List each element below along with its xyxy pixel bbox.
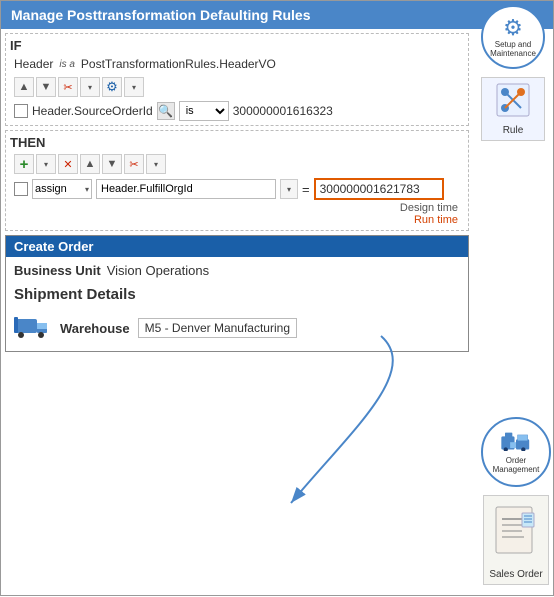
order-mgmt-icon xyxy=(501,429,531,457)
then-section: THEN + ▾ ✕ ▲ ▼ ✂ ▾ assign ▾ Header.Fulfi… xyxy=(5,130,469,231)
create-order-section: Create Order Business Unit Vision Operat… xyxy=(5,235,469,352)
if-section: IF Header is a PostTransformationRules.H… xyxy=(5,33,469,126)
cut-dropdown-button[interactable]: ▾ xyxy=(80,77,100,97)
rule-label: Rule xyxy=(503,125,524,136)
assign-row: assign ▾ Header.FulfillOrgId ▾ = xyxy=(14,178,464,200)
main-container: Manage Posttransformation Defaulting Rul… xyxy=(0,0,554,596)
create-order-body: Business Unit Vision Operations Shipment… xyxy=(6,257,468,351)
business-unit-row: Business Unit Vision Operations xyxy=(14,263,460,278)
create-order-header: Create Order xyxy=(6,236,468,257)
fulfill-org-label: Header.FulfillOrgId xyxy=(101,183,193,195)
then-label: THEN xyxy=(10,135,464,150)
truck-icon xyxy=(14,311,50,345)
condition-checkbox[interactable] xyxy=(14,104,28,118)
field-dropdown-button[interactable]: ▾ xyxy=(280,179,298,199)
then-cut-button[interactable]: ✕ xyxy=(58,154,78,174)
move-up-button[interactable]: ▲ xyxy=(14,77,34,97)
assign-label: assign xyxy=(35,183,67,195)
equals-sign: = xyxy=(302,182,310,197)
warehouse-value: M5 - Denver Manufacturing xyxy=(138,318,297,338)
if-label: IF xyxy=(10,38,464,53)
condition-operand: 300000001616323 xyxy=(233,104,333,118)
content-area: IF Header is a PostTransformationRules.H… xyxy=(1,33,473,352)
time-labels: Design time Run time xyxy=(10,202,458,226)
assign-dropdown-arrow: ▾ xyxy=(85,185,89,194)
gear-icon: ⚙ xyxy=(503,15,523,41)
operator-select[interactable]: is is not xyxy=(179,101,229,121)
rule-icon xyxy=(495,82,531,125)
shipment-row: Warehouse M5 - Denver Manufacturing xyxy=(14,311,460,345)
business-unit-label: Business Unit xyxy=(14,263,101,278)
move-down-button[interactable]: ▼ xyxy=(36,77,56,97)
order-management-button[interactable]: OrderManagement xyxy=(481,417,551,487)
if-toolbar: ▲ ▼ ✂ ▾ ⚙ ▾ xyxy=(14,77,464,97)
cut-button[interactable]: ✂ xyxy=(58,77,78,97)
header-condition-row: Header is a PostTransformationRules.Head… xyxy=(14,57,464,71)
page-title: Manage Posttransformation Defaulting Rul… xyxy=(1,1,553,29)
order-management-label: OrderManagement xyxy=(493,457,540,475)
assign-checkbox[interactable] xyxy=(14,182,28,196)
setup-maintenance-label: Setup and Maintenance xyxy=(483,41,543,59)
rule-button[interactable]: Rule xyxy=(481,77,545,141)
then-toolbar: + ▾ ✕ ▲ ▼ ✂ ▾ xyxy=(14,154,464,174)
add-button[interactable]: + xyxy=(14,154,34,174)
then-scissors-dropdown-button[interactable]: ▾ xyxy=(146,154,166,174)
condition-field: Header.SourceOrderId xyxy=(32,104,153,118)
fulfill-org-field[interactable]: Header.FulfillOrgId xyxy=(96,179,276,199)
run-time-label: Run time xyxy=(414,214,458,226)
sales-order-label: Sales Order xyxy=(489,569,542,580)
add-dropdown-button[interactable]: ▾ xyxy=(36,154,56,174)
then-move-down-button[interactable]: ▼ xyxy=(102,154,122,174)
sidebar: ⚙ Setup and Maintenance Rule xyxy=(473,1,553,141)
warehouse-label: Warehouse xyxy=(60,321,130,336)
setup-maintenance-button[interactable]: ⚙ Setup and Maintenance xyxy=(481,5,545,69)
sales-order-icon xyxy=(494,505,538,567)
design-time-label: Design time xyxy=(400,202,458,214)
value-input[interactable] xyxy=(314,178,444,200)
is-a-label: is a xyxy=(59,59,75,70)
warehouse-row: Warehouse M5 - Denver Manufacturing xyxy=(60,318,297,338)
gear-dropdown-button[interactable]: ▾ xyxy=(124,77,144,97)
then-scissors-button[interactable]: ✂ xyxy=(124,154,144,174)
assign-dropdown[interactable]: assign ▾ xyxy=(32,179,92,199)
header-label: Header xyxy=(14,57,53,71)
sales-order-button[interactable]: Sales Order xyxy=(483,495,549,585)
condition-value: PostTransformationRules.HeaderVO xyxy=(81,57,276,71)
condition-row: Header.SourceOrderId 🔍 is is not 3000000… xyxy=(14,101,464,121)
then-move-up-button[interactable]: ▲ xyxy=(80,154,100,174)
gear-button[interactable]: ⚙ xyxy=(102,77,122,97)
business-unit-value: Vision Operations xyxy=(107,263,209,278)
shipment-details-title: Shipment Details xyxy=(14,286,460,303)
search-button[interactable]: 🔍 xyxy=(157,102,175,120)
